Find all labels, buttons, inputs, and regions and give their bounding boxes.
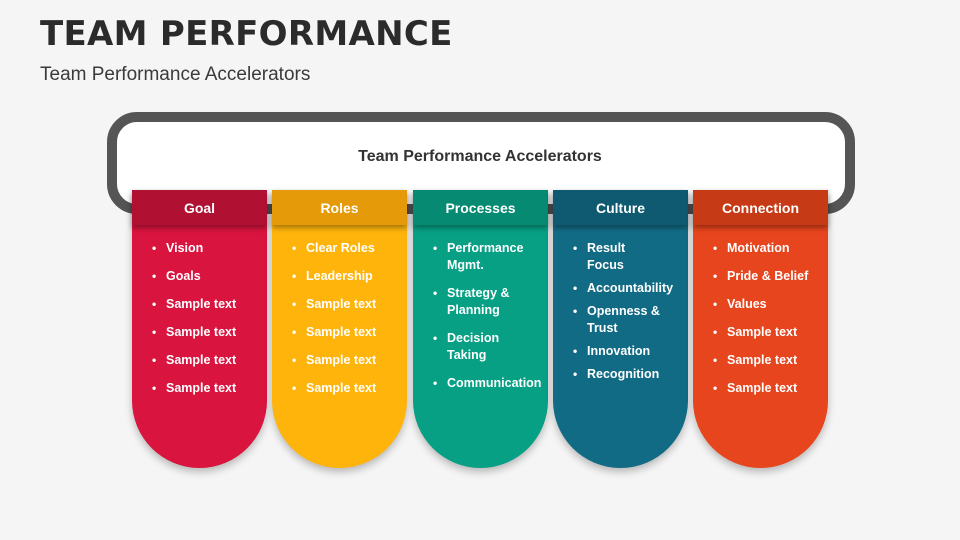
- column-culture: Culture Result Focus Accountability Open…: [553, 190, 688, 468]
- list-item: Clear Roles: [292, 240, 401, 257]
- list-item: Sample text: [713, 352, 822, 369]
- list-item: Sample text: [152, 352, 261, 369]
- list-item: Motivation: [713, 240, 822, 257]
- list-item: Sample text: [292, 296, 401, 313]
- column-title: Goal: [183, 200, 216, 216]
- list-item: Accountability: [573, 280, 673, 297]
- list-item: Sample text: [152, 296, 261, 313]
- list-item: Performance Mgmt.: [433, 240, 523, 274]
- column-list: Vision Goals Sample text Sample text Sam…: [152, 240, 261, 408]
- list-item: Openness & Trust: [573, 303, 664, 337]
- column-processes: Processes Performance Mgmt. Strategy & P…: [413, 190, 548, 468]
- column-connection: Connection Motivation Pride & Belief Val…: [693, 190, 828, 468]
- column-list: Clear Roles Leadership Sample text Sampl…: [292, 240, 401, 408]
- column-title: Connection: [722, 200, 799, 216]
- list-item: Sample text: [713, 324, 822, 341]
- list-item: Sample text: [713, 380, 822, 397]
- list-item: Strategy & Planning: [433, 285, 520, 319]
- list-item: Goals: [152, 268, 261, 285]
- list-item: Sample text: [152, 380, 261, 397]
- column-header: Culture: [553, 190, 688, 225]
- column-title: Processes: [445, 200, 516, 216]
- column-header: Processes: [413, 190, 548, 225]
- frame-title: Team Performance Accelerators: [358, 148, 602, 165]
- list-item: Sample text: [292, 324, 401, 341]
- column-list: Performance Mgmt. Strategy & Planning De…: [433, 240, 541, 403]
- column-goal: Goal Vision Goals Sample text Sample tex…: [132, 190, 267, 468]
- list-item: Result Focus: [573, 240, 664, 274]
- column-title: Culture: [596, 200, 645, 216]
- list-item: Pride & Belief: [713, 268, 822, 285]
- list-item: Sample text: [292, 380, 401, 397]
- list-item: Vision: [152, 240, 261, 257]
- column-header: Goal: [132, 190, 267, 225]
- list-item: Innovation: [573, 343, 664, 360]
- column-header: Connection: [693, 190, 828, 225]
- list-item: Values: [713, 296, 822, 313]
- page-subtitle: Team Performance Accelerators: [40, 64, 311, 85]
- column-roles: Roles Clear Roles Leadership Sample text…: [272, 190, 407, 468]
- list-item: Recognition: [573, 366, 664, 383]
- column-title: Roles: [320, 200, 359, 216]
- list-item: Leadership: [292, 268, 401, 285]
- column-header: Roles: [272, 190, 407, 225]
- list-item: Communication: [433, 375, 541, 392]
- column-list: Motivation Pride & Belief Values Sample …: [713, 240, 822, 408]
- list-item: Sample text: [152, 324, 261, 341]
- list-item: Sample text: [292, 352, 401, 369]
- list-item: Decision Taking: [433, 330, 520, 364]
- column-list: Result Focus Accountability Openness & T…: [573, 240, 673, 389]
- page-title: TEAM PERFORMANCE: [40, 14, 453, 54]
